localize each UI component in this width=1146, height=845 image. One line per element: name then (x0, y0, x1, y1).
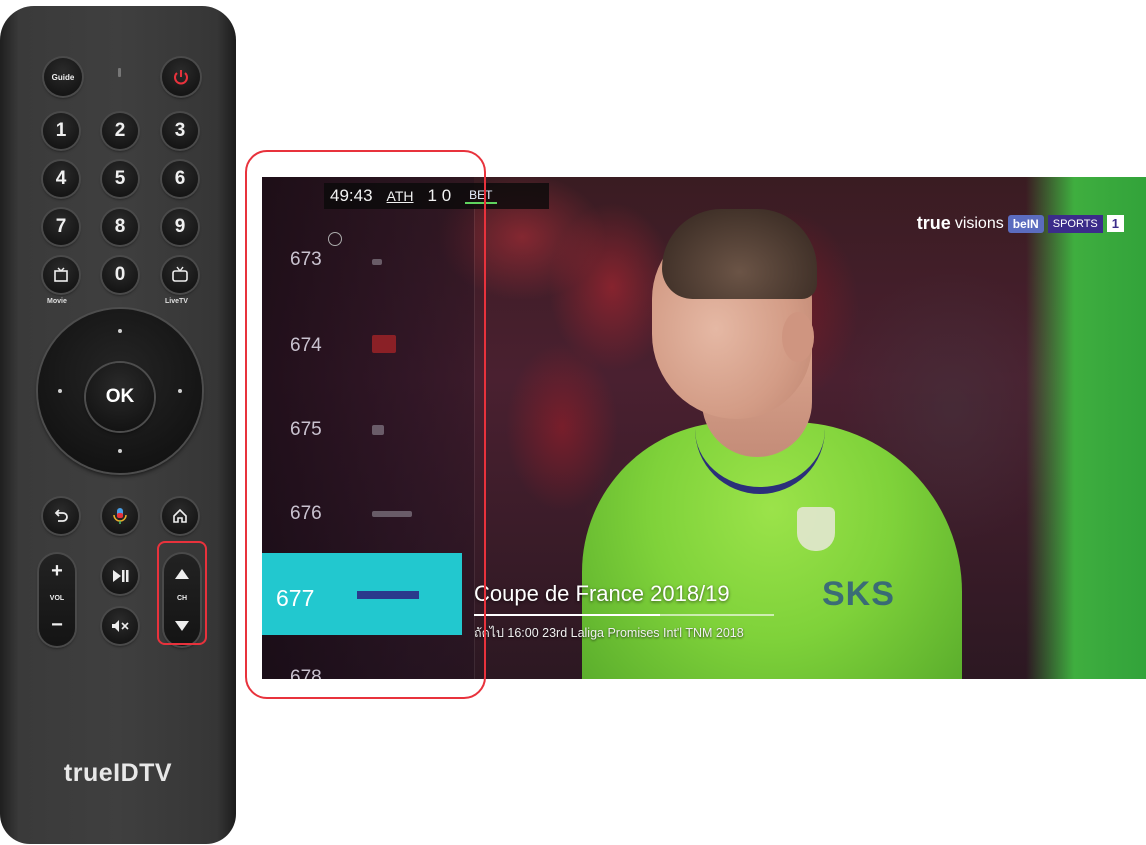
program-progress-fill (474, 614, 660, 616)
key-9[interactable]: 9 (162, 209, 198, 245)
key-label: 0 (114, 264, 126, 285)
back-button[interactable] (43, 498, 79, 534)
logo-channel: beIN (1007, 214, 1044, 233)
club-crest (797, 507, 835, 551)
back-icon (54, 509, 68, 522)
channel-button-highlight (157, 541, 207, 645)
key-4[interactable]: 4 (43, 161, 79, 197)
guide-button[interactable]: Guide (44, 58, 82, 96)
program-title: Coupe de France 2018/19 (474, 581, 730, 606)
indicator-led (118, 68, 121, 77)
player-ear (782, 312, 814, 362)
home-icon (173, 508, 187, 523)
logo-sports: SPORTS (1047, 214, 1103, 233)
key-label: 3 (174, 120, 186, 141)
dpad-down-dot (118, 449, 122, 453)
livetv-label: LiveTV (165, 298, 188, 305)
play-pause-icon (113, 570, 129, 582)
play-pause-button[interactable] (102, 558, 138, 594)
remote-brand-logo: trueIDTV (63, 759, 173, 787)
key-label: 6 (174, 168, 186, 189)
key-7[interactable]: 7 (43, 209, 79, 245)
logo-number: 1 (1106, 215, 1124, 232)
key-label: 1 (55, 120, 67, 141)
ok-label: OK (105, 386, 135, 407)
mute-button[interactable] (102, 608, 138, 644)
logo-brand1: true (916, 213, 951, 233)
microphone-icon (113, 508, 127, 524)
key-8[interactable]: 8 (102, 209, 138, 245)
movie-icon (54, 267, 68, 282)
program-progress (474, 614, 774, 616)
tv-remote: Guide 1 2 3 4 5 6 7 8 9 0 Movie LiveTV O… (0, 6, 236, 844)
dpad-left-dot (58, 389, 62, 393)
home-button[interactable] (162, 498, 198, 534)
volume-up-button[interactable]: + (39, 560, 75, 583)
key-label: 5 (114, 168, 126, 189)
key-label: 8 (114, 216, 126, 237)
channel-list-highlight (245, 150, 486, 699)
key-3[interactable]: 3 (162, 113, 198, 149)
key-1[interactable]: 1 (43, 113, 79, 149)
tv-icon (172, 266, 188, 282)
key-label: 4 (55, 168, 67, 189)
mute-icon (112, 620, 129, 632)
volume-rocker[interactable]: + VOL − (39, 554, 75, 646)
logo-brand2: visions (954, 214, 1004, 232)
power-button[interactable] (162, 58, 200, 96)
ok-button[interactable]: OK (86, 363, 154, 431)
livetv-button[interactable] (162, 257, 198, 293)
key-label: 2 (114, 120, 126, 141)
key-label: 9 (174, 216, 186, 237)
power-icon (174, 70, 188, 85)
green-blur (1026, 177, 1146, 679)
key-label: 7 (55, 216, 67, 237)
movie-button[interactable] (43, 257, 79, 293)
volume-label: VOL (49, 595, 65, 602)
next-program: ถัดไป 16:00 23rd Laliga Promises Int'l T… (474, 626, 744, 640)
key-2[interactable]: 2 (102, 113, 138, 149)
key-0[interactable]: 0 (102, 257, 138, 293)
voice-button[interactable] (102, 498, 138, 534)
movie-label: Movie (47, 298, 67, 305)
key-6[interactable]: 6 (162, 161, 198, 197)
player-hair (662, 209, 817, 299)
dpad-up-dot (118, 329, 122, 333)
key-5[interactable]: 5 (102, 161, 138, 197)
channel-logo: true visions beIN SPORTS 1 (917, 213, 1124, 234)
dpad-right-dot (178, 389, 182, 393)
jersey-sponsor: SKS (822, 575, 895, 613)
volume-down-button[interactable]: − (39, 614, 75, 637)
guide-label: Guide (51, 72, 75, 82)
